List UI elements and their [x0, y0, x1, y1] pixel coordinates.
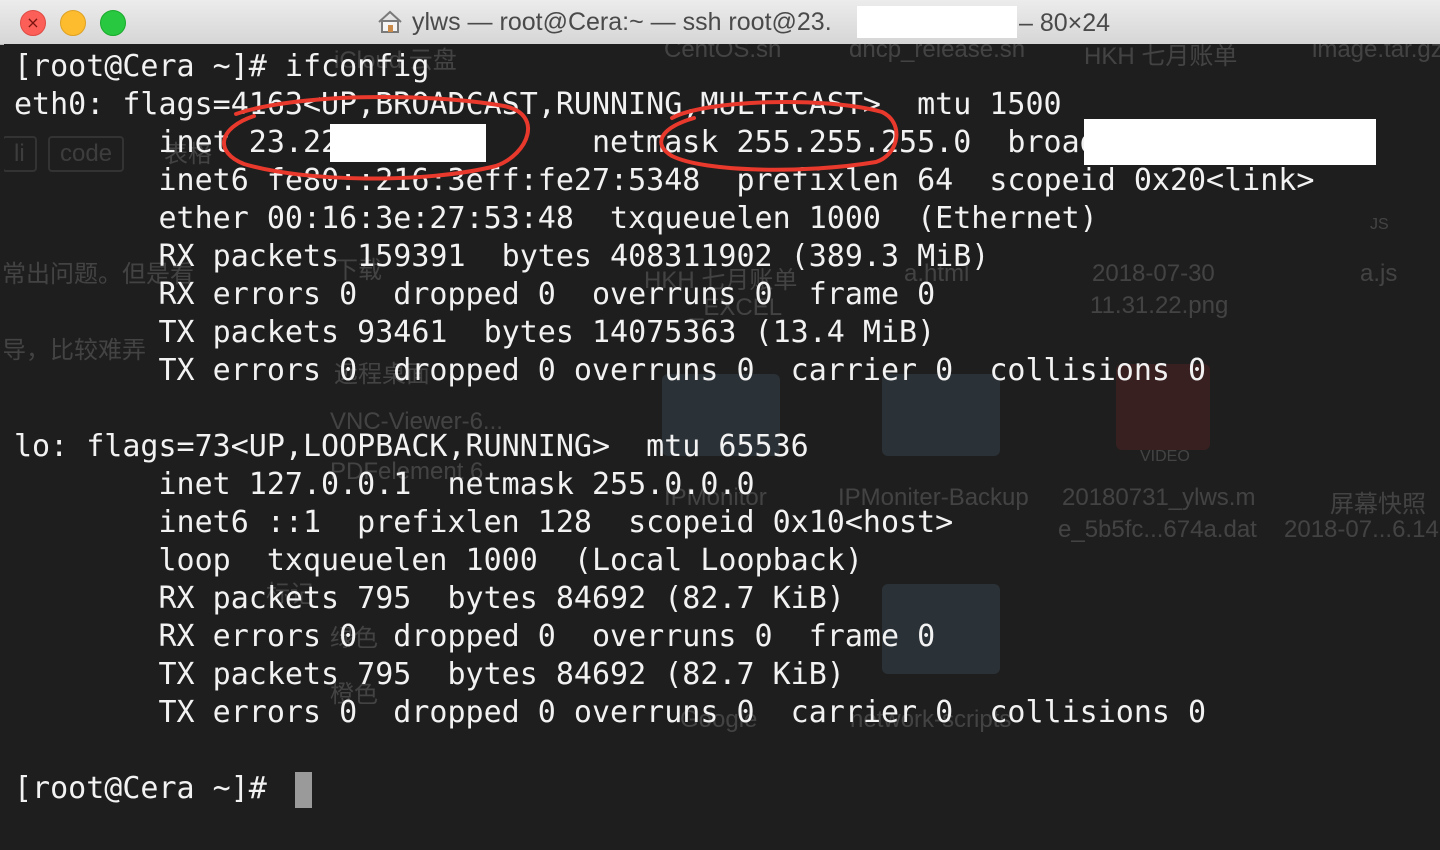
window-title-text: ylws — root@Cera:~ — ssh root@23.	[412, 7, 832, 36]
close-button[interactable]: ×	[20, 10, 46, 36]
annotation-circle-netmask	[659, 100, 899, 172]
window-size-label: – 80×24	[1019, 9, 1111, 37]
annotation-circle-inet	[222, 94, 530, 181]
redacted-host	[857, 6, 1017, 38]
terminal-area[interactable]: iCloud 云盘 CentOS.sh dhcp_release.sh HKH …	[4, 44, 1440, 850]
title-bar[interactable]: × ylws — root@Cera:~ — ssh root@23. – 80…	[0, 0, 1440, 45]
terminal-window: × ylws — root@Cera:~ — ssh root@23. – 80…	[0, 0, 1440, 850]
close-icon: ×	[26, 13, 40, 32]
window-title: ylws — root@Cera:~ — ssh root@23.	[376, 7, 832, 37]
zoom-button[interactable]	[100, 10, 126, 36]
home-icon	[378, 10, 402, 33]
minimize-button[interactable]	[60, 10, 86, 36]
annotation-overlay	[222, 94, 899, 181]
